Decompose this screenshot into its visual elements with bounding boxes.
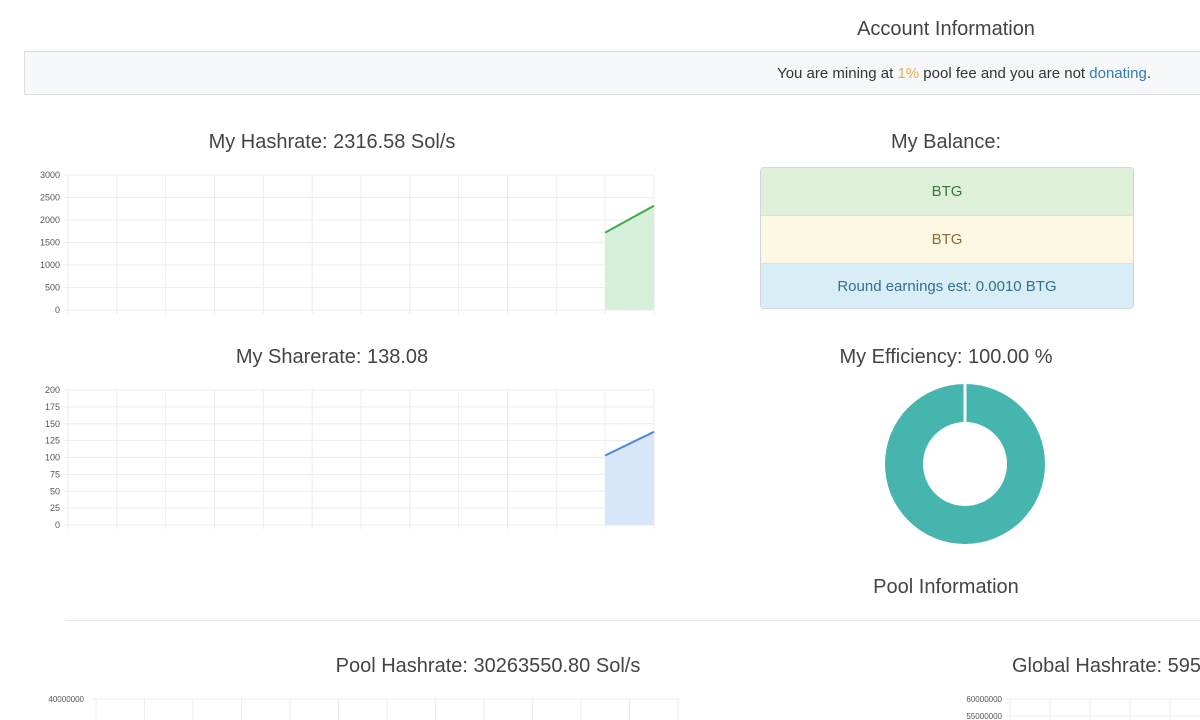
y-tick-label: 3000: [40, 170, 60, 180]
y-tick-label: 2500: [40, 193, 60, 203]
global-hashrate-chart: 60000000 55000000: [966, 695, 1200, 720]
y-tick-label: 100: [45, 453, 60, 463]
notice-suffix: .: [1146, 65, 1151, 82]
notice-prefix: You are mining at: [777, 65, 898, 82]
section-divider: [66, 620, 1200, 621]
balance-unconfirmed: BTG: [761, 216, 1133, 264]
my-sharerate-title: My Sharerate: 138.08: [235, 346, 429, 368]
my-balance-title: My Balance:: [890, 131, 1002, 153]
y-tick-label: 1500: [40, 238, 60, 248]
y-tick-label: 2000: [40, 215, 60, 225]
y-tick-label: 40000000: [48, 695, 84, 704]
my-hashrate-title: My Hashrate: 2316.58 Sol/s: [208, 131, 456, 153]
pool-information-title: Pool Information: [873, 576, 1019, 598]
pool-hashrate-title: Pool Hashrate: 30263550.80 Sol/s: [335, 655, 641, 677]
y-tick-label: 75: [50, 469, 60, 479]
y-tick-label: 125: [45, 436, 60, 446]
y-tick-label: 200: [45, 385, 60, 395]
pool-fee-notice: You are mining at 1% pool fee and you ar…: [24, 51, 1200, 95]
series-area: [605, 205, 654, 310]
series-area: [605, 431, 654, 525]
efficiency-donut-chart: [885, 383, 1045, 544]
y-tick-label: 1000: [40, 260, 60, 270]
my-sharerate-chart: 0 25 50 75 100 125 150 175 200: [45, 385, 655, 530]
y-tick-label: 500: [45, 283, 60, 293]
y-tick-label: 0: [55, 520, 60, 530]
pool-fee-notice-text: You are mining at 1% pool fee and you ar…: [777, 65, 1151, 82]
y-tick-label: 25: [50, 503, 60, 513]
y-tick-label: 60000000: [966, 695, 1002, 704]
y-tick-label: 175: [45, 402, 60, 412]
pool-fee-value: 1%: [897, 65, 920, 82]
balance-list: BTG BTG Round earnings est: 0.0010 BTG: [760, 167, 1134, 309]
account-information-title: Account Information: [857, 18, 1035, 40]
my-hashrate-chart: 0 500 1000 1500 2000 2500 3000: [40, 170, 655, 315]
my-efficiency-title: My Efficiency: 100.00 %: [839, 346, 1053, 368]
y-tick-label: 0: [55, 305, 60, 315]
y-tick-label: 55000000: [966, 712, 1002, 720]
donating-link[interactable]: donating: [1089, 65, 1147, 82]
pool-hashrate-chart: 40000000: [48, 695, 680, 720]
balance-confirmed: BTG: [761, 168, 1133, 216]
y-tick-label: 50: [50, 486, 60, 496]
global-hashrate-title: Global Hashrate: 595: [1012, 655, 1200, 677]
round-earnings-estimate: Round earnings est: 0.0010 BTG: [761, 264, 1133, 308]
y-tick-label: 150: [45, 419, 60, 429]
notice-middle: pool fee and you are not: [919, 65, 1090, 82]
